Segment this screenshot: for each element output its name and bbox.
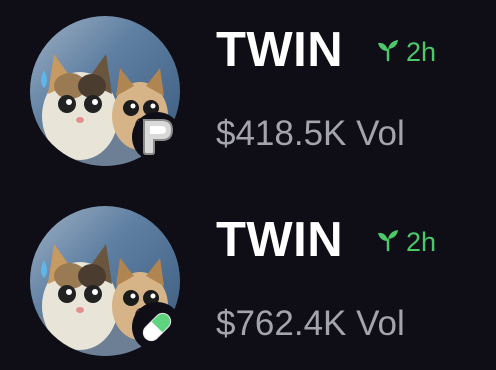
token-age: 2h <box>376 38 436 67</box>
token-row[interactable]: TWIN 2h $762.4K Vol <box>0 196 496 366</box>
token-row[interactable]: TWIN 2h $418.5K Vol <box>0 6 496 176</box>
token-volume: $418.5K Vol <box>216 114 405 153</box>
token-volume: $762.4K Vol <box>216 304 405 343</box>
token-name: TWIN <box>216 213 344 267</box>
token-age: 2h <box>376 228 436 257</box>
age-label: 2h <box>406 227 437 257</box>
sprout-icon <box>376 38 400 67</box>
pill-icon <box>132 302 182 352</box>
token-name: TWIN <box>216 23 344 77</box>
p-logo-icon <box>132 112 182 162</box>
token-list: TWIN 2h $418.5K Vol TWIN 2h $762.4K Vol <box>0 0 496 370</box>
age-label: 2h <box>406 37 437 67</box>
sprout-icon <box>376 228 400 257</box>
